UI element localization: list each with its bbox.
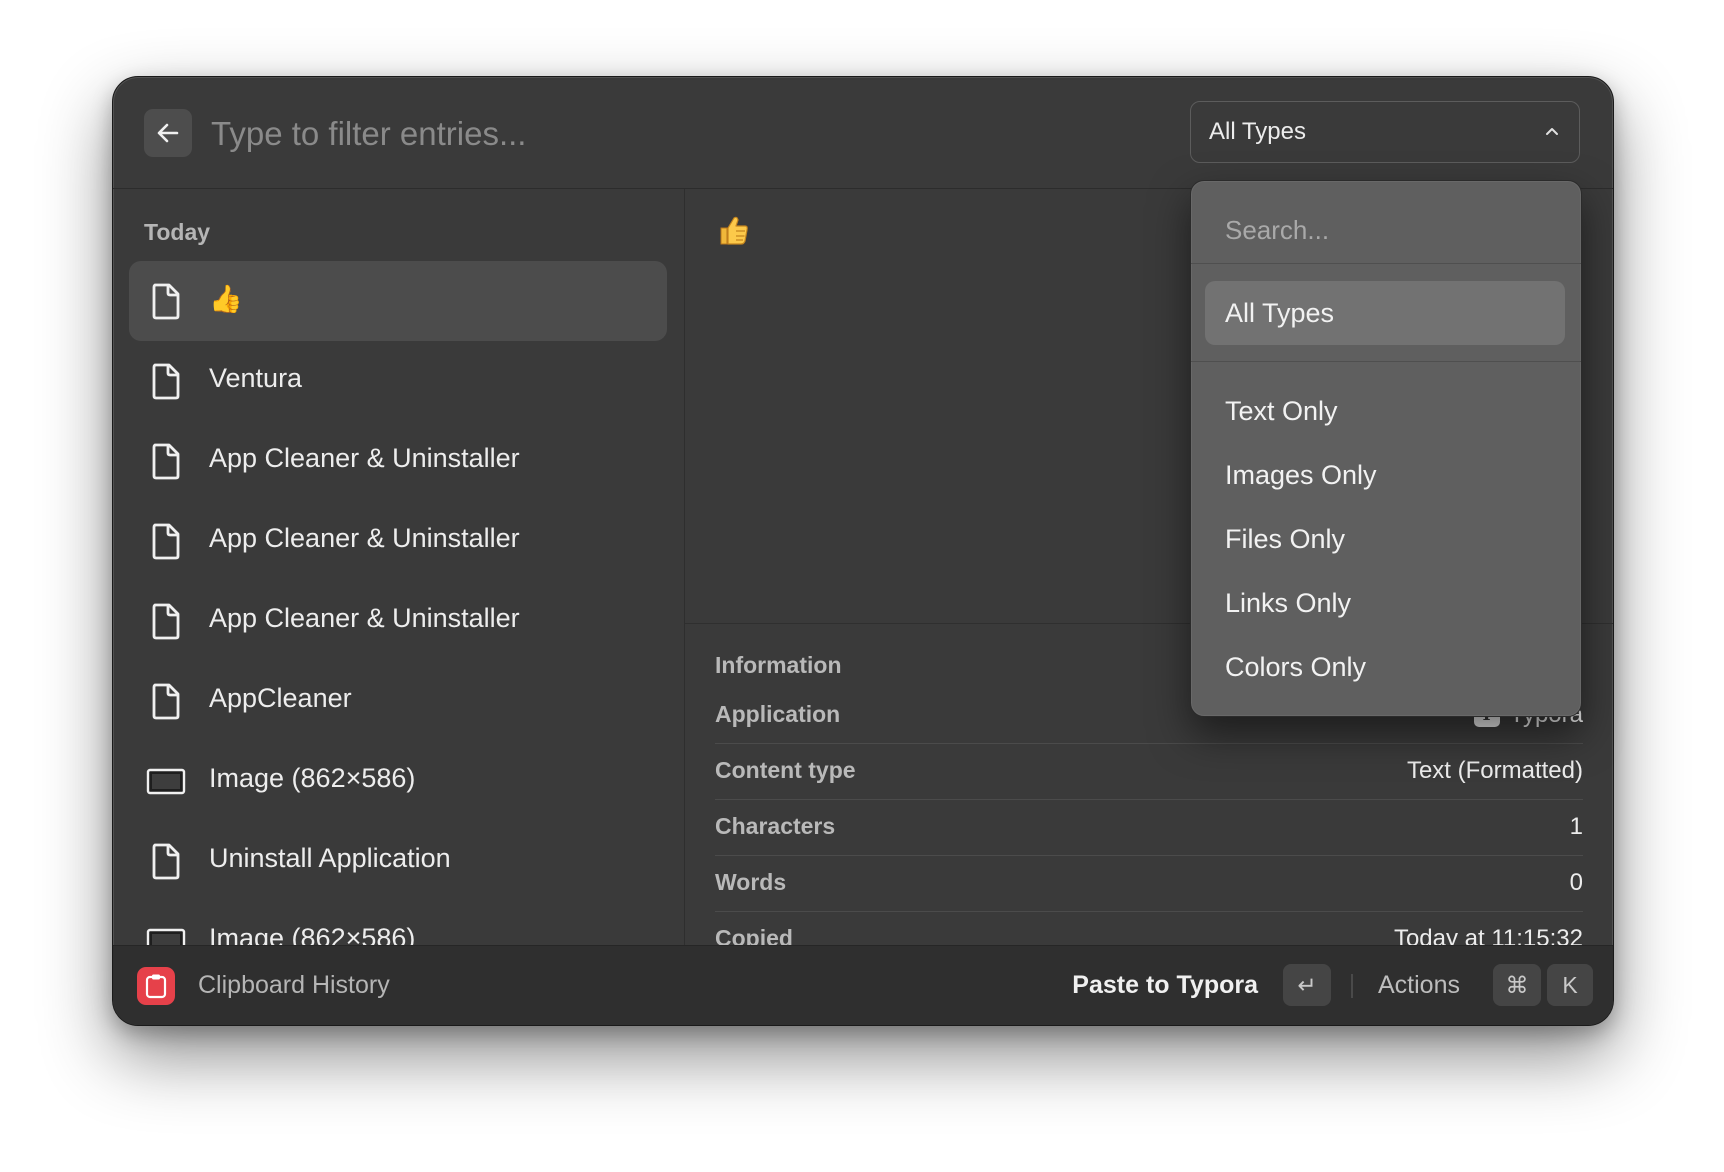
option-colors-only[interactable]: Colors Only bbox=[1205, 635, 1565, 699]
option-label: All Types bbox=[1225, 298, 1335, 328]
enter-key-icon: ↵ bbox=[1283, 964, 1331, 1006]
preview-content bbox=[717, 213, 751, 247]
list-item[interactable]: App Cleaner & Uninstaller bbox=[129, 501, 667, 581]
action-bar-separator bbox=[1351, 974, 1353, 998]
info-value: Today at 11:15:32 bbox=[1393, 925, 1583, 945]
file-icon bbox=[152, 683, 180, 720]
information-title: Information bbox=[715, 652, 842, 678]
info-value: 0 bbox=[1569, 869, 1583, 896]
list-item[interactable]: 👍 bbox=[129, 261, 667, 341]
file-icon bbox=[152, 363, 180, 400]
info-key: Words bbox=[715, 869, 787, 895]
list-item-label: App Cleaner & Uninstaller bbox=[209, 443, 520, 473]
option-files-only[interactable]: Files Only bbox=[1205, 507, 1565, 571]
extension-title: Clipboard History bbox=[198, 971, 390, 999]
action-bar: Clipboard History Paste to Typora ↵ Acti… bbox=[113, 945, 1613, 1025]
option-images-only[interactable]: Images Only bbox=[1205, 443, 1565, 507]
image-icon bbox=[146, 768, 186, 795]
type-filter-select[interactable]: All Types bbox=[1190, 101, 1580, 163]
thumbs-up-emoji-icon bbox=[720, 216, 748, 245]
top-bar: All Types bbox=[113, 77, 1613, 189]
type-filter-value: All Types bbox=[1209, 118, 1306, 145]
list-item[interactable]: Image (862×586) bbox=[129, 901, 667, 945]
option-label: Text Only bbox=[1225, 396, 1338, 426]
image-icon bbox=[146, 928, 186, 945]
info-value: 1 bbox=[1569, 813, 1583, 840]
file-icon bbox=[152, 443, 180, 480]
list-item-label: Image (862×586) bbox=[209, 923, 416, 945]
list-item[interactable]: Image (862×586) bbox=[129, 741, 667, 821]
paste-to-typora-button[interactable]: Paste to Typora bbox=[1072, 971, 1258, 1000]
list-item[interactable]: Uninstall Application bbox=[129, 821, 667, 901]
dropdown-divider bbox=[1191, 263, 1581, 264]
file-icon bbox=[152, 283, 180, 320]
info-key: Copied bbox=[715, 925, 793, 945]
info-key: Content type bbox=[715, 757, 856, 783]
list-item[interactable]: AppCleaner bbox=[129, 661, 667, 741]
section-header-today: Today bbox=[144, 219, 211, 245]
dropdown-divider bbox=[1191, 361, 1581, 362]
option-label: Links Only bbox=[1225, 588, 1352, 618]
option-label: Colors Only bbox=[1225, 652, 1367, 682]
list-item-label: App Cleaner & Uninstaller bbox=[209, 603, 520, 633]
list-item[interactable]: Ventura bbox=[129, 341, 667, 421]
list-item-label: Uninstall Application bbox=[209, 843, 451, 873]
option-all-types[interactable]: All Types bbox=[1205, 281, 1565, 345]
command-key-icon: ⌘ bbox=[1493, 964, 1541, 1006]
info-key: Characters bbox=[715, 813, 836, 839]
actions-button[interactable]: Actions bbox=[1378, 971, 1460, 1000]
file-icon bbox=[152, 523, 180, 560]
list-item[interactable]: App Cleaner & Uninstaller bbox=[129, 421, 667, 501]
info-key: Application bbox=[715, 701, 841, 727]
option-label: Images Only bbox=[1225, 460, 1377, 490]
list-item-label: Ventura bbox=[209, 363, 303, 393]
list-item[interactable]: App Cleaner & Uninstaller bbox=[129, 581, 667, 661]
info-row-words: Words 0 bbox=[715, 855, 1583, 912]
option-links-only[interactable]: Links Only bbox=[1205, 571, 1565, 635]
info-row-content-type: Content type Text (Formatted) bbox=[715, 743, 1583, 800]
list-item-label: AppCleaner bbox=[209, 683, 352, 713]
filter-entries-input[interactable] bbox=[209, 107, 893, 161]
option-text-only[interactable]: Text Only bbox=[1205, 379, 1565, 443]
dropdown-search-input[interactable] bbox=[1223, 209, 1557, 251]
clipboard-icon bbox=[137, 967, 175, 1005]
chevron-up-icon bbox=[1546, 128, 1558, 135]
option-label: Files Only bbox=[1225, 524, 1346, 554]
info-value: Text (Formatted) bbox=[1406, 757, 1583, 784]
list-item-label: Image (862×586) bbox=[209, 763, 416, 793]
entries-list: Today 👍 Ventura App Cleaner & Uninstalle… bbox=[113, 189, 685, 945]
info-row-copied: Copied Today at 11:15:32 bbox=[715, 911, 1583, 945]
file-icon bbox=[152, 603, 180, 640]
arrow-left-icon bbox=[157, 123, 179, 143]
info-row-characters: Characters 1 bbox=[715, 799, 1583, 856]
file-icon bbox=[152, 843, 180, 880]
type-filter-dropdown: All Types Text Only Images Only Files On… bbox=[1190, 180, 1582, 717]
back-button[interactable] bbox=[144, 109, 192, 157]
list-item-label: App Cleaner & Uninstaller bbox=[209, 523, 520, 553]
list-item-label: 👍 bbox=[209, 284, 243, 314]
k-key-icon: K bbox=[1547, 964, 1593, 1006]
